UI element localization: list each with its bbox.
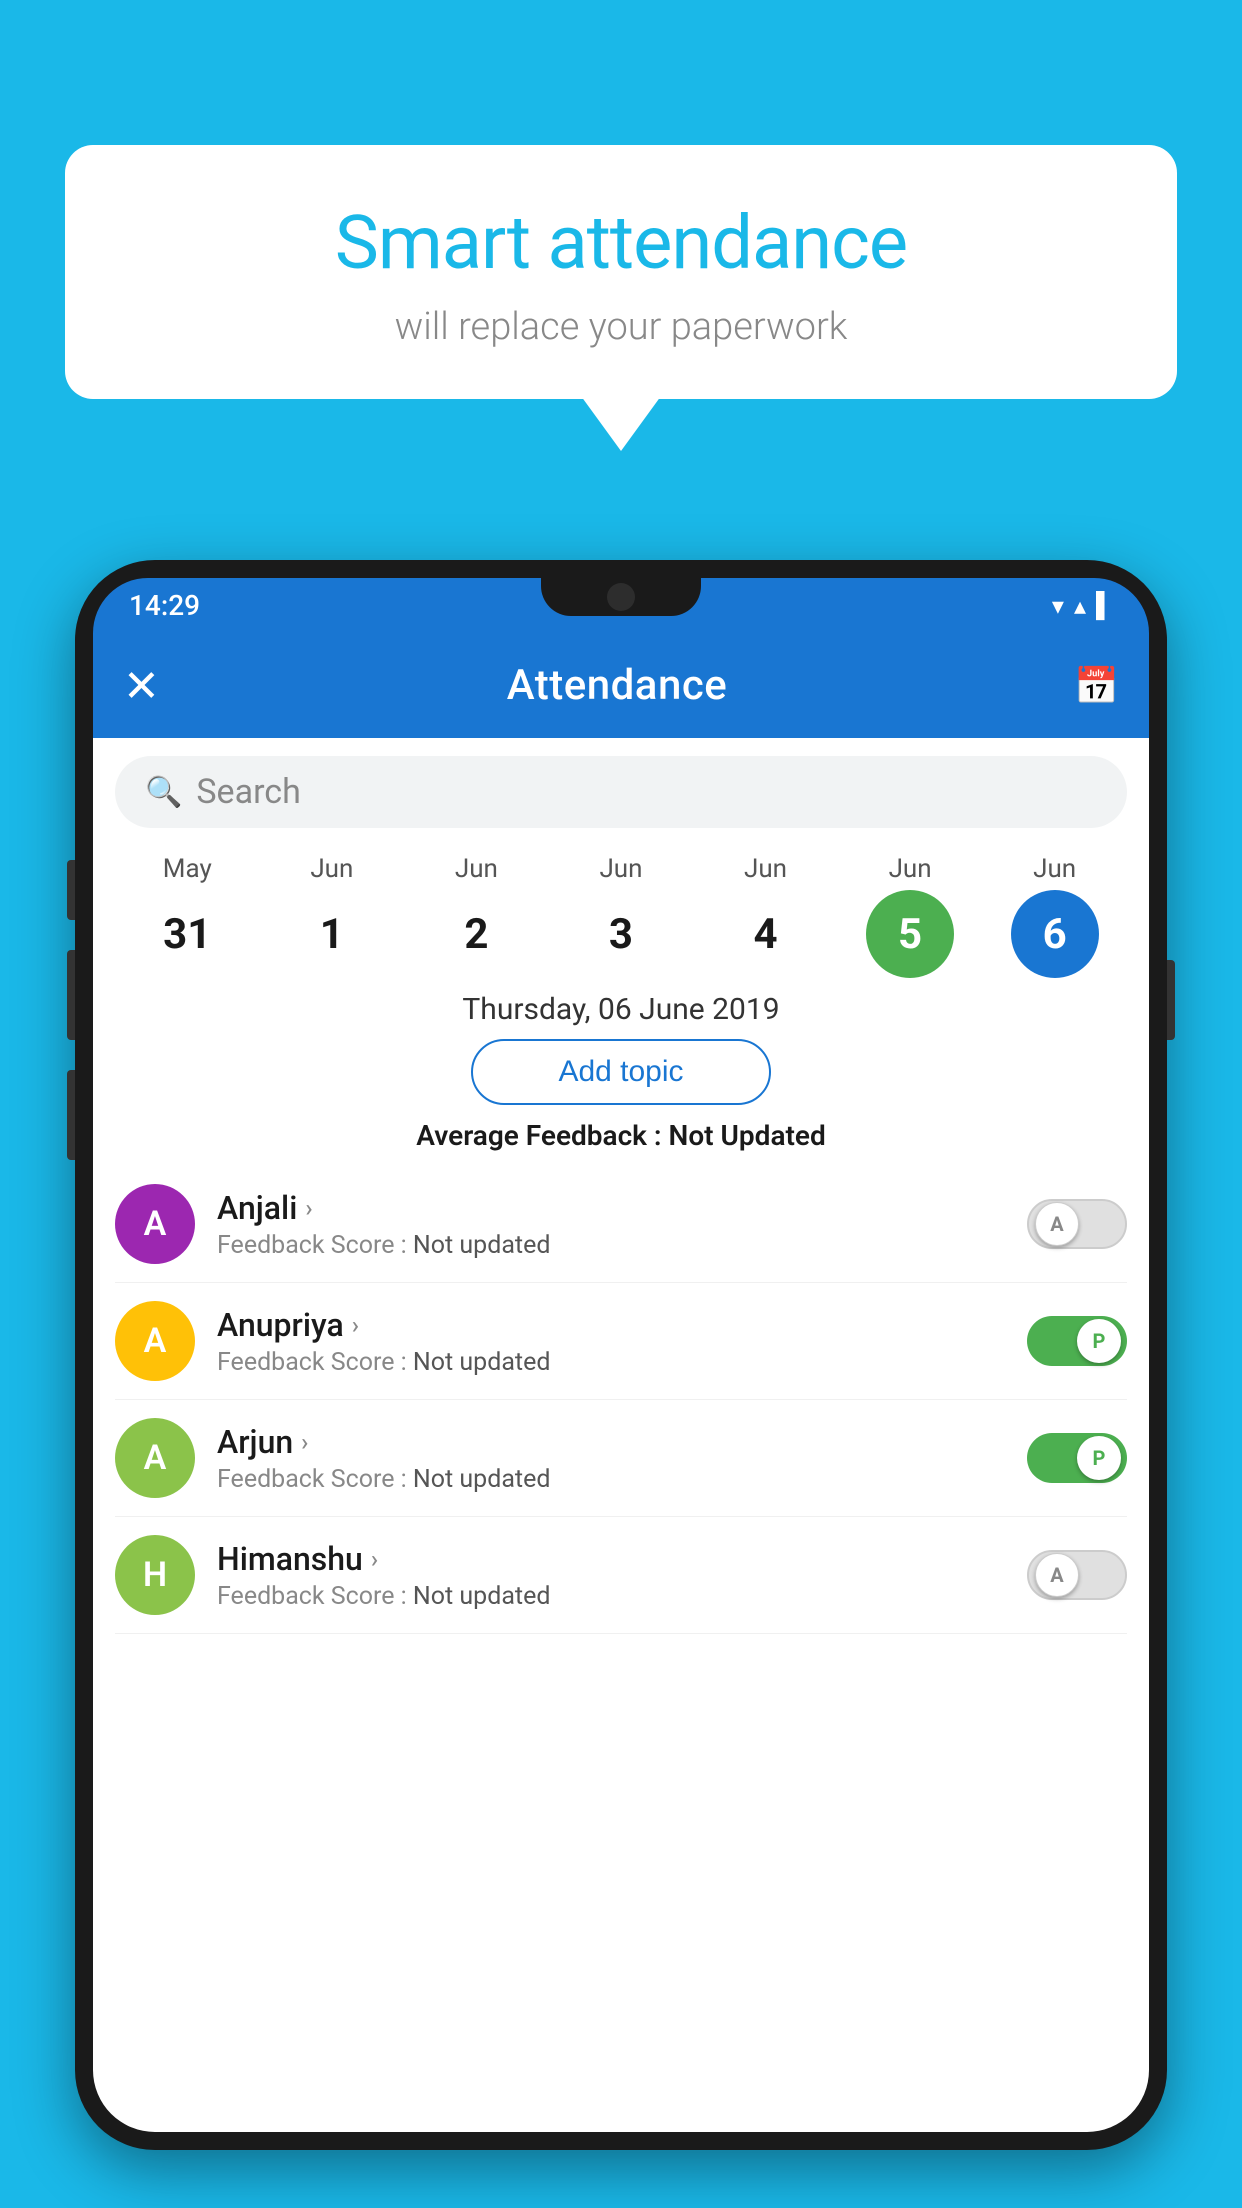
phone-frame: 14:29 ▾ ▴ ▌ ✕ Attendance 📅 🔍 Search May 3… bbox=[75, 560, 1167, 2150]
phone-container: 14:29 ▾ ▴ ▌ ✕ Attendance 📅 🔍 Search May 3… bbox=[75, 560, 1167, 2208]
attendance-toggle[interactable]: P bbox=[1027, 1433, 1127, 1483]
calendar-day[interactable]: Jun 6 bbox=[995, 854, 1115, 978]
calendar-date-number[interactable]: 4 bbox=[722, 890, 810, 978]
student-avatar: H bbox=[115, 1535, 195, 1615]
calendar-day[interactable]: Jun 3 bbox=[561, 854, 681, 978]
search-placeholder: Search bbox=[196, 772, 300, 812]
chevron-right-icon: › bbox=[305, 1194, 312, 1222]
calendar-row: May 31 Jun 1 Jun 2 Jun 3 Jun 4 Jun 5 Jun 6 bbox=[93, 846, 1149, 978]
student-feedback-value: Not updated bbox=[413, 1465, 551, 1494]
bubble-title: Smart attendance bbox=[125, 200, 1117, 287]
student-feedback-label: Feedback Score : Not updated bbox=[217, 1231, 1005, 1260]
calendar-month-label: Jun bbox=[599, 854, 642, 884]
chevron-right-icon: › bbox=[352, 1311, 359, 1339]
student-name: Arjun › bbox=[217, 1423, 1005, 1461]
student-item[interactable]: A Arjun › Feedback Score : Not updated P bbox=[115, 1400, 1127, 1517]
average-feedback: Average Feedback : Not Updated bbox=[93, 1119, 1149, 1152]
student-name: Anupriya › bbox=[217, 1306, 1005, 1344]
calendar-month-label: Jun bbox=[889, 854, 932, 884]
calendar-day[interactable]: May 31 bbox=[127, 854, 247, 978]
front-camera bbox=[607, 583, 635, 611]
calendar-date-number[interactable]: 2 bbox=[432, 890, 520, 978]
student-info: Anjali › Feedback Score : Not updated bbox=[217, 1189, 1005, 1260]
toggle-knob: P bbox=[1077, 1436, 1121, 1480]
chevron-right-icon: › bbox=[371, 1545, 378, 1573]
student-info: Arjun › Feedback Score : Not updated bbox=[217, 1423, 1005, 1494]
calendar-month-label: Jun bbox=[744, 854, 787, 884]
selected-date-label: Thursday, 06 June 2019 bbox=[93, 992, 1149, 1027]
volume-up-button bbox=[67, 860, 75, 920]
student-item[interactable]: H Himanshu › Feedback Score : Not updated A bbox=[115, 1517, 1127, 1634]
student-name: Himanshu › bbox=[217, 1540, 1005, 1578]
add-topic-button[interactable]: Add topic bbox=[471, 1039, 771, 1105]
student-list: AAnjali ›Feedback Score : Not updatedAAA… bbox=[93, 1166, 1149, 1634]
battery-icon: ▌ bbox=[1096, 591, 1113, 620]
avg-feedback-label: Average Feedback : bbox=[416, 1119, 668, 1152]
attendance-toggle-wrap[interactable]: P bbox=[1027, 1433, 1127, 1483]
attendance-toggle-wrap[interactable]: A bbox=[1027, 1199, 1127, 1249]
calendar-day[interactable]: Jun 1 bbox=[272, 854, 392, 978]
status-icons: ▾ ▴ ▌ bbox=[1052, 591, 1113, 620]
student-feedback-label: Feedback Score : Not updated bbox=[217, 1465, 1005, 1494]
power-button bbox=[1167, 960, 1175, 1040]
student-feedback-label: Feedback Score : Not updated bbox=[217, 1348, 1005, 1377]
student-info: Himanshu › Feedback Score : Not updated bbox=[217, 1540, 1005, 1611]
student-avatar: A bbox=[115, 1301, 195, 1381]
avg-feedback-value: Not Updated bbox=[669, 1119, 826, 1152]
app-bar-title: Attendance bbox=[507, 661, 727, 710]
calendar-month-label: Jun bbox=[1033, 854, 1076, 884]
calendar-date-number[interactable]: 31 bbox=[143, 890, 231, 978]
student-feedback-value: Not updated bbox=[413, 1582, 551, 1611]
calendar-date-number[interactable]: 6 bbox=[1011, 890, 1099, 978]
attendance-toggle-wrap[interactable]: A bbox=[1027, 1550, 1127, 1600]
student-avatar: A bbox=[115, 1184, 195, 1264]
app-bar: ✕ Attendance 📅 bbox=[93, 633, 1149, 738]
calendar-month-label: Jun bbox=[310, 854, 353, 884]
toggle-knob: A bbox=[1035, 1553, 1079, 1597]
student-item[interactable]: A Anupriya › Feedback Score : Not updated P bbox=[115, 1283, 1127, 1400]
speech-bubble-container: Smart attendance will replace your paper… bbox=[65, 145, 1177, 399]
student-feedback-value: Not updated bbox=[413, 1348, 551, 1377]
close-button[interactable]: ✕ bbox=[123, 660, 160, 712]
toggle-knob: P bbox=[1077, 1319, 1121, 1363]
volume-down-button bbox=[67, 950, 75, 1040]
calendar-date-number[interactable]: 1 bbox=[288, 890, 376, 978]
phone-notch bbox=[541, 578, 701, 616]
calendar-day[interactable]: Jun 2 bbox=[416, 854, 536, 978]
student-feedback-label: Feedback Score : Not updated bbox=[217, 1582, 1005, 1611]
calendar-date-number[interactable]: 3 bbox=[577, 890, 665, 978]
student-avatar: A bbox=[115, 1418, 195, 1498]
calendar-day[interactable]: Jun 5 bbox=[850, 854, 970, 978]
calendar-month-label: May bbox=[163, 854, 212, 884]
status-time: 14:29 bbox=[129, 589, 200, 622]
search-bar[interactable]: 🔍 Search bbox=[115, 756, 1127, 828]
signal-icon: ▴ bbox=[1074, 592, 1086, 620]
silent-button bbox=[67, 1070, 75, 1160]
calendar-month-label: Jun bbox=[455, 854, 498, 884]
search-icon: 🔍 bbox=[145, 775, 182, 810]
attendance-toggle-wrap[interactable]: P bbox=[1027, 1316, 1127, 1366]
speech-bubble: Smart attendance will replace your paper… bbox=[65, 145, 1177, 399]
student-info: Anupriya › Feedback Score : Not updated bbox=[217, 1306, 1005, 1377]
wifi-icon: ▾ bbox=[1052, 592, 1064, 620]
toggle-knob: A bbox=[1035, 1202, 1079, 1246]
calendar-icon[interactable]: 📅 bbox=[1074, 665, 1119, 707]
student-item[interactable]: A Anjali › Feedback Score : Not updated A bbox=[115, 1166, 1127, 1283]
attendance-toggle[interactable]: A bbox=[1027, 1199, 1127, 1249]
chevron-right-icon: › bbox=[301, 1428, 308, 1456]
screen-content: 🔍 Search May 31 Jun 1 Jun 2 Jun 3 Jun 4 Jun 5 Jun 6 T… bbox=[93, 738, 1149, 2132]
calendar-day[interactable]: Jun 4 bbox=[706, 854, 826, 978]
attendance-toggle[interactable]: P bbox=[1027, 1316, 1127, 1366]
student-name: Anjali › bbox=[217, 1189, 1005, 1227]
attendance-toggle[interactable]: A bbox=[1027, 1550, 1127, 1600]
student-feedback-value: Not updated bbox=[413, 1231, 551, 1260]
calendar-date-number[interactable]: 5 bbox=[866, 890, 954, 978]
bubble-subtitle: will replace your paperwork bbox=[125, 305, 1117, 349]
